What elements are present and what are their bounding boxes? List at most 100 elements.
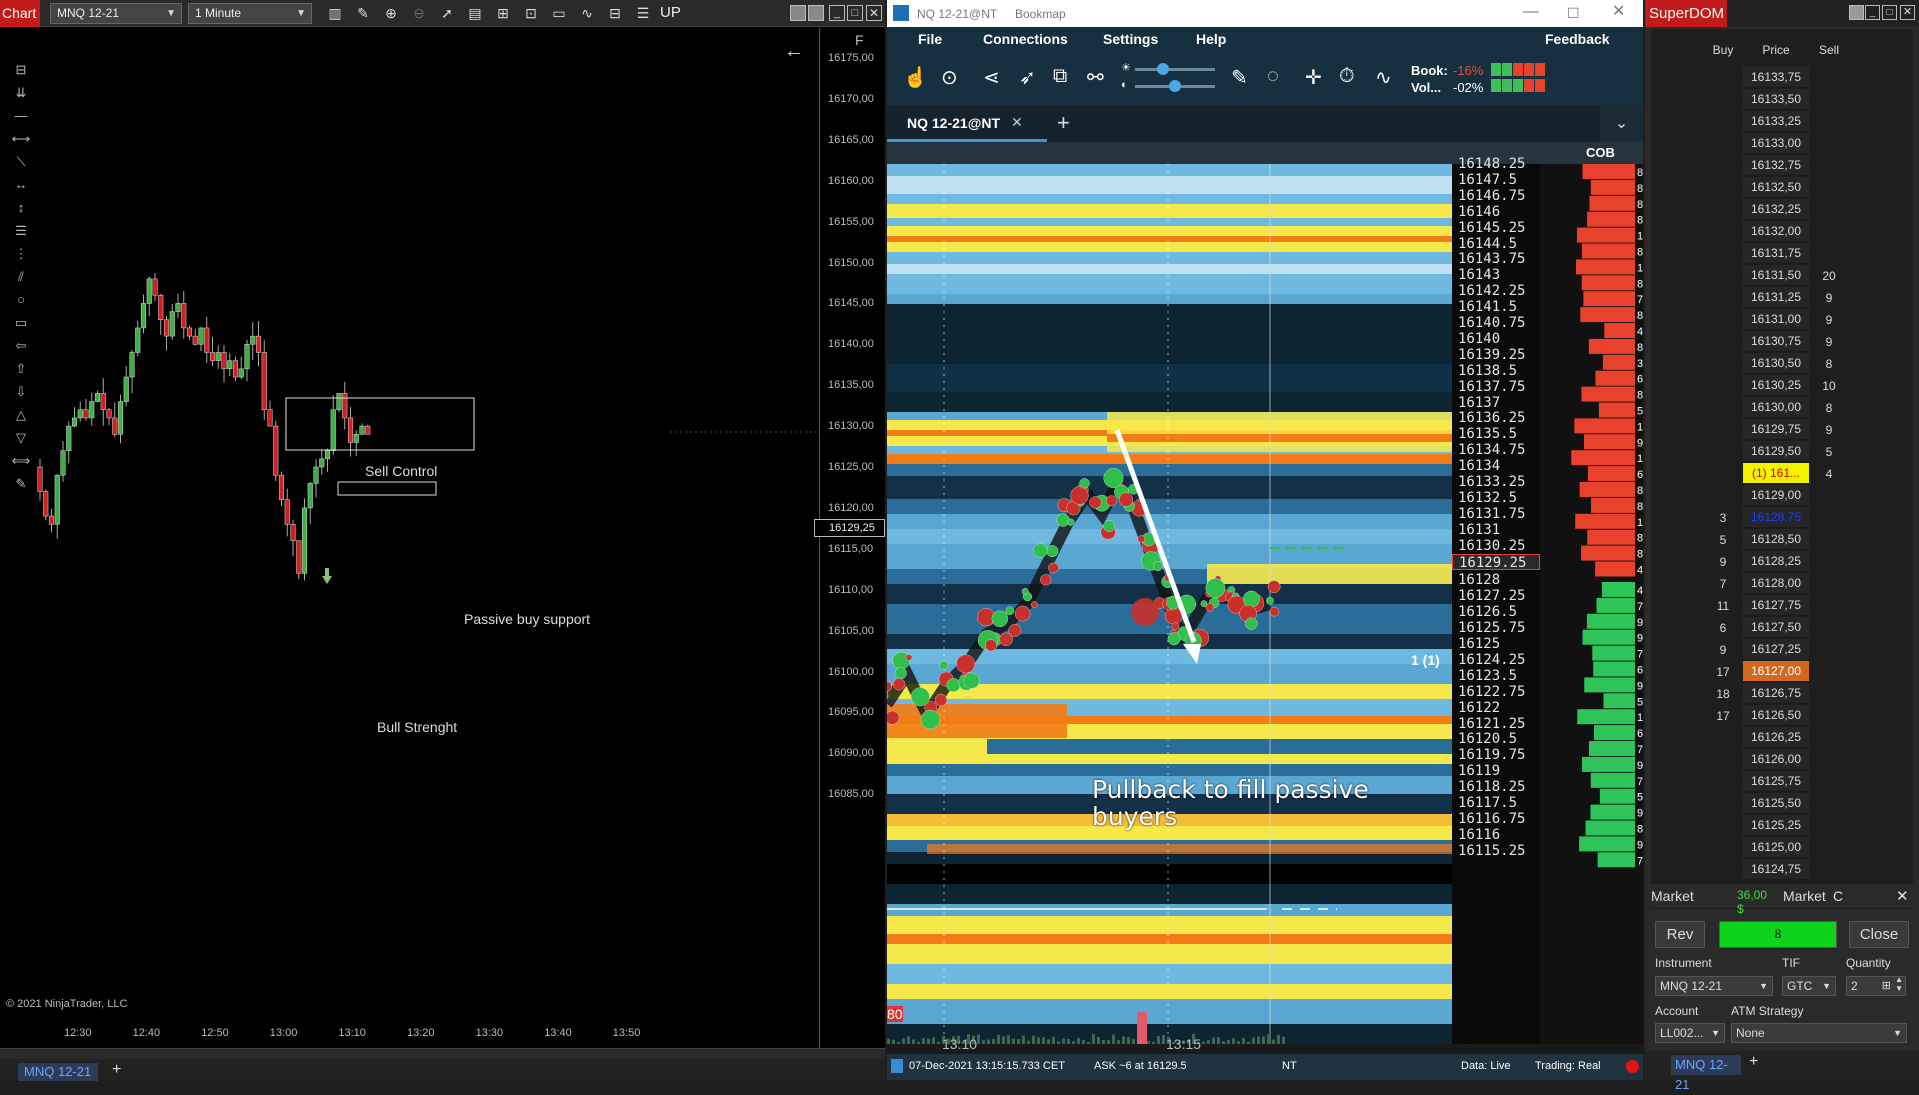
- instrument-selector[interactable]: MNQ 12-21 ▼: [1655, 976, 1773, 996]
- dom-sell-cell[interactable]: [1809, 859, 1849, 881]
- dom-buy-cell[interactable]: 6: [1703, 617, 1743, 639]
- dom-buy-cell[interactable]: [1703, 485, 1743, 507]
- dom-sell-cell[interactable]: [1809, 617, 1849, 639]
- dom-price-cell[interactable]: 16125,50: [1743, 793, 1809, 814]
- dom-buy-cell[interactable]: [1703, 793, 1743, 815]
- arrow-left-icon[interactable]: ←: [784, 40, 804, 63]
- ladder-price[interactable]: 16135.5: [1452, 426, 1540, 442]
- drawing-tool-icon[interactable]: ⟍: [10, 154, 32, 170]
- dom-sell-cell[interactable]: 4: [1809, 463, 1849, 485]
- dom-sell-cell[interactable]: [1809, 793, 1849, 815]
- dom-sell-cell[interactable]: 9: [1809, 419, 1849, 441]
- dom-sell-cell[interactable]: [1809, 529, 1849, 551]
- dom-buy-cell[interactable]: 3: [1703, 507, 1743, 529]
- menu-file[interactable]: File: [918, 31, 942, 47]
- dom-price-cell[interactable]: 16131,25: [1743, 287, 1809, 308]
- dom-buy-cell[interactable]: 7: [1703, 573, 1743, 595]
- dom-price-cell[interactable]: 16133,25: [1743, 111, 1809, 132]
- brightness-slider-handle[interactable]: [1157, 63, 1169, 75]
- dom-price-cell[interactable]: 16132,00: [1743, 221, 1809, 242]
- dom-sell-cell[interactable]: 9: [1809, 331, 1849, 353]
- dom-price-cell[interactable]: 16130,75: [1743, 331, 1809, 352]
- layout-icon[interactable]: [790, 5, 806, 21]
- close-tab-icon[interactable]: ✕: [1011, 114, 1023, 131]
- contrast-slider-handle[interactable]: [1169, 80, 1181, 92]
- layers-icon[interactable]: ⧉: [1053, 65, 1067, 88]
- drawing-tool-icon[interactable]: ⟷: [10, 131, 32, 147]
- ladder-price[interactable]: 16131.75: [1452, 506, 1540, 522]
- dom-sell-cell[interactable]: [1809, 199, 1849, 221]
- drawing-tool-icon[interactable]: ▭: [10, 315, 32, 331]
- ladder-price[interactable]: 16132.5: [1452, 490, 1540, 506]
- superdom-tab[interactable]: MNQ 12-21: [1671, 1055, 1741, 1092]
- ladder-price[interactable]: 16136.25: [1452, 410, 1540, 426]
- ladder-price[interactable]: 16119.75: [1452, 747, 1540, 763]
- ladder-price[interactable]: 16141.5: [1452, 299, 1540, 315]
- market-left-button[interactable]: Market: [1651, 888, 1694, 904]
- dom-sell-cell[interactable]: [1809, 837, 1849, 859]
- dom-price-cell[interactable]: 16131,50: [1743, 265, 1809, 286]
- ladder-price[interactable]: 16137.75: [1452, 379, 1540, 395]
- close-icon[interactable]: ✕: [1612, 0, 1625, 24]
- hand-icon[interactable]: ☝: [903, 65, 928, 90]
- dom-sell-cell[interactable]: [1809, 683, 1849, 705]
- add-tab-icon[interactable]: +: [1057, 110, 1070, 136]
- candlestick-chart[interactable]: [0, 28, 820, 1048]
- ladder-price[interactable]: 16118.25: [1452, 779, 1540, 795]
- dom-sell-cell[interactable]: 5: [1809, 441, 1849, 463]
- ladder-price[interactable]: 16125.75: [1452, 620, 1540, 636]
- rocket-icon[interactable]: ➶: [1019, 65, 1036, 90]
- ladder-price[interactable]: 16146.75: [1452, 188, 1540, 204]
- ladder-price[interactable]: 16128: [1452, 572, 1540, 588]
- dom-buy-cell[interactable]: [1703, 837, 1743, 859]
- ladder-price[interactable]: 16115.25: [1452, 843, 1540, 859]
- dom-sell-cell[interactable]: [1809, 507, 1849, 529]
- dom-sell-cell[interactable]: [1809, 639, 1849, 661]
- dom-sell-cell[interactable]: [1809, 595, 1849, 617]
- dom-price-cell[interactable]: 16128,75: [1743, 507, 1809, 528]
- minimize-icon[interactable]: _: [829, 5, 845, 21]
- close-position-button[interactable]: Close: [1849, 921, 1909, 948]
- dom-buy-cell[interactable]: [1703, 67, 1743, 89]
- dom-sell-cell[interactable]: 10: [1809, 375, 1849, 397]
- cancel-button[interactable]: C: [1833, 888, 1843, 904]
- dom-price-cell[interactable]: 16131,00: [1743, 309, 1809, 330]
- dom-buy-cell[interactable]: [1703, 287, 1743, 309]
- screenshot-icon[interactable]: ⊙: [941, 65, 958, 90]
- dom-sell-cell[interactable]: [1809, 573, 1849, 595]
- dom-price-cell[interactable]: 16126,75: [1743, 683, 1809, 704]
- chart-trader-icon[interactable]: ☰: [634, 4, 652, 22]
- ladder-price[interactable]: 16122.75: [1452, 684, 1540, 700]
- dom-sell-cell[interactable]: 20: [1809, 265, 1849, 287]
- dom-buy-cell[interactable]: [1703, 419, 1743, 441]
- share-icon[interactable]: ⋖: [983, 65, 1000, 90]
- ladder-price[interactable]: 16127.25: [1452, 588, 1540, 604]
- ladder-price[interactable]: 16134.75: [1452, 442, 1540, 458]
- pointer-icon[interactable]: ➚: [438, 4, 456, 22]
- dom-buy-cell[interactable]: [1703, 375, 1743, 397]
- dom-price-cell[interactable]: 16125,25: [1743, 815, 1809, 836]
- properties-icon[interactable]: ▤: [466, 4, 484, 22]
- dom-price-cell[interactable]: 16130,00: [1743, 397, 1809, 418]
- indicator-icon[interactable]: ∿: [1375, 65, 1392, 90]
- dom-sell-cell[interactable]: 9: [1809, 309, 1849, 331]
- drawing-tool-icon[interactable]: ▽: [10, 430, 32, 446]
- ladder-price[interactable]: 16138.5: [1452, 363, 1540, 379]
- dom-price-cell[interactable]: 16129,50: [1743, 441, 1809, 462]
- dom-sell-cell[interactable]: [1809, 705, 1849, 727]
- ladder-price[interactable]: 16129.25: [1452, 553, 1540, 571]
- dom-buy-cell[interactable]: [1703, 177, 1743, 199]
- dom-buy-cell[interactable]: [1703, 397, 1743, 419]
- drawing-tool-icon[interactable]: ⟺: [10, 453, 32, 469]
- drawing-tool-icon[interactable]: ⋮: [10, 246, 32, 262]
- dom-sell-cell[interactable]: [1809, 89, 1849, 111]
- market-right-button[interactable]: Market: [1783, 888, 1826, 904]
- ladder-price[interactable]: 16120.5: [1452, 731, 1540, 747]
- dom-price-cell[interactable]: 16130,25: [1743, 375, 1809, 396]
- dom-sell-cell[interactable]: [1809, 67, 1849, 89]
- ladder-price[interactable]: 16137: [1452, 395, 1540, 411]
- ladder-price[interactable]: 16116: [1452, 827, 1540, 843]
- drawing-tool-icon[interactable]: ⇩: [10, 384, 32, 400]
- ladder-price[interactable]: 16142.25: [1452, 283, 1540, 299]
- layout2-icon[interactable]: [808, 5, 824, 21]
